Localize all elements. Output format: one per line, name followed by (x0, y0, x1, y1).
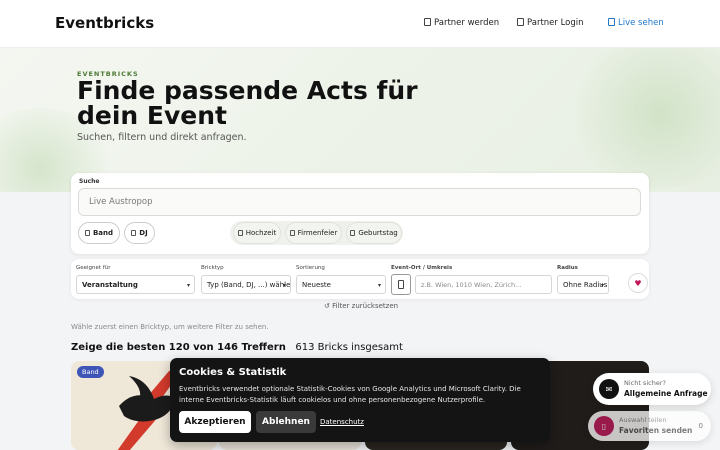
suitable-select[interactable]: Veranstaltung ▾ (76, 275, 195, 294)
filter-label-radius: Radius (557, 265, 578, 271)
cookie-text: Eventbricks verwendet optionale Statisti… (179, 385, 521, 404)
location-input[interactable]: z.B. Wien, 1010 Wien, Zürich... (415, 275, 552, 294)
nav-partner-werden[interactable]: Partner werden (424, 18, 499, 28)
chip-dj[interactable]: DJ (124, 222, 155, 244)
filter-label-suitable: Geeignet für (76, 265, 111, 271)
sort-select[interactable]: Neueste ▾ (296, 275, 386, 294)
privacy-link[interactable]: Datenschutz (320, 418, 364, 426)
locate-button[interactable] (391, 274, 411, 295)
favorites-label: Favoriten senden (619, 426, 693, 435)
reset-filters-link[interactable]: ↺ Filter zurücksetzen (324, 302, 398, 310)
hero-decoration (560, 48, 720, 188)
bricktype-select[interactable]: Typ (Band, DJ, ...) wählen ▾ (201, 275, 291, 294)
results-total: 613 Bricks insgesamt (295, 342, 403, 353)
card-type-badge: Band (77, 366, 104, 378)
mail-icon: ✉ (599, 379, 619, 399)
nav-partner-login[interactable]: Partner Login (517, 18, 584, 28)
chip-hochzeit[interactable]: Hochzeit (233, 222, 281, 244)
chevron-down-icon: ▾ (282, 282, 286, 289)
search-card: Suche Band DJ Hochzeit Firmenfeier Gebur… (71, 173, 649, 254)
decline-cookies-button[interactable]: Ablehnen (256, 411, 316, 433)
send-favorites-button[interactable]: ▯ Auswahl teilen Favoriten senden 0 (588, 411, 711, 441)
chip-label: Hochzeit (245, 229, 277, 237)
cake-icon (350, 230, 356, 236)
results-shown: Zeige die besten 120 von 146 Treffern (71, 342, 286, 353)
live-icon (608, 18, 615, 26)
favorites-heart-button[interactable]: ♥ (628, 273, 648, 293)
filter-label-location: Event-Ort / Umkreis (391, 265, 453, 271)
page-title: Finde passende Acts für dein Event (77, 76, 418, 130)
favorites-hint: Auswahl teilen (619, 416, 667, 424)
nav-label: Partner Login (527, 18, 584, 28)
search-input[interactable] (78, 188, 641, 216)
chevron-down-icon: ▾ (186, 282, 190, 289)
chevron-down-icon: ▾ (377, 282, 381, 289)
ring-icon (237, 230, 243, 236)
filter-label-sort: Sortierung (296, 265, 325, 271)
dj-icon (131, 230, 137, 236)
filter-label-type: Bricktyp (201, 265, 224, 271)
accept-cookies-button[interactable]: Akzeptieren (179, 411, 251, 433)
chevron-down-icon: ▾ (600, 282, 604, 289)
cookie-title: Cookies & Statistik (179, 367, 287, 378)
cookie-banner: Cookies & Statistik Eventbricks verwende… (170, 358, 550, 442)
logo[interactable]: Eventbricks (55, 14, 154, 32)
chip-label: DJ (139, 229, 148, 237)
login-icon (517, 18, 524, 26)
chip-geburtstag[interactable]: Geburtstag (346, 222, 402, 244)
chip-label: Band (92, 229, 114, 237)
results-count: Zeige die besten 120 von 146 Treffern 61… (71, 342, 403, 353)
select-value: Veranstaltung (82, 280, 138, 289)
search-label: Suche (79, 178, 100, 185)
chip-band[interactable]: Band (78, 222, 120, 244)
chip-label: Firmenfeier (297, 229, 338, 237)
hero-section: EVENTBRICKS Finde passende Acts für dein… (0, 48, 720, 192)
partner-icon (424, 18, 431, 26)
select-value: Neueste (302, 280, 331, 289)
nav-live-sehen[interactable]: Live sehen (608, 18, 664, 28)
chip-firmenfeier[interactable]: Firmenfeier (285, 222, 342, 244)
heart-icon: ♥ (634, 278, 642, 288)
nav-label: Partner werden (434, 18, 500, 28)
band-icon (84, 230, 90, 236)
top-navigation-bar: Eventbricks Partner werden Partner Login… (0, 0, 720, 48)
briefcase-icon (289, 230, 295, 236)
location-icon (398, 280, 404, 289)
filter-hint: Wähle zuerst einen Bricktyp, um weitere … (71, 323, 269, 331)
inquiry-label: Allgemeine Anfrage (624, 389, 708, 398)
favorites-count: 0 (698, 422, 703, 430)
nav-label: Live sehen (618, 18, 664, 28)
filter-bar: Geeignet für Veranstaltung ▾ Bricktyp Typ… (71, 259, 649, 299)
chip-label: Geburtstag (358, 229, 398, 237)
general-inquiry-button[interactable]: ✉ Nicht sicher? Allgemeine Anfrage (593, 373, 711, 405)
radius-select[interactable]: Ohne Radius ▾ (557, 275, 609, 294)
share-icon: ▯ (594, 416, 614, 436)
select-value: Typ (Band, DJ, ...) wählen (207, 280, 291, 289)
inquiry-hint: Nicht sicher? (624, 379, 666, 387)
hero-subtitle: Suchen, filtern und direkt anfragen. (77, 132, 247, 143)
